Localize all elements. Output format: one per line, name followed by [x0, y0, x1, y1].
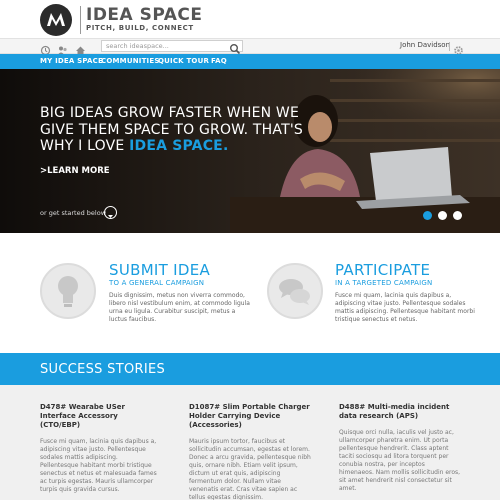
participate-title[interactable]: PARTICIPATE: [335, 261, 430, 279]
logo-divider: [80, 6, 81, 34]
main-nav: MY IDEA SPACE COMMUNITIES QUICK TOUR FAQ: [0, 54, 500, 69]
search-input[interactable]: search ideaspace...: [101, 40, 243, 52]
submit-idea-subtitle: TO A GENERAL CAMPAIGN: [109, 279, 205, 287]
hero-banner: BIG IDEAS GROW FASTER WHEN WE GIVE THEM …: [0, 69, 500, 233]
success-stories-list: D478# Wearabe USer Interface Accessory (…: [0, 385, 500, 500]
motorola-logo-icon[interactable]: [40, 4, 72, 36]
story-title[interactable]: D1087# Slim Portable Charger Holder Carr…: [189, 403, 311, 430]
nav-item-faq[interactable]: FAQ: [211, 57, 227, 65]
success-stories-title: SUCCESS STORIES: [40, 362, 166, 377]
user-name[interactable]: John Davidson: [400, 41, 450, 49]
hero-headline-highlight: IDEA SPACE.: [129, 138, 229, 154]
learn-more-link[interactable]: >LEARN MORE: [40, 166, 110, 176]
participate-description: Fusce mi quam, lacinia quis dapibus a, a…: [335, 292, 475, 323]
nav-item-my-idea-space[interactable]: MY IDEA SPACE: [40, 57, 103, 65]
app-header: IDEA SPACE PITCH, BUILD, CONNECT: [0, 0, 500, 38]
brand-title: IDEA SPACE: [86, 5, 203, 25]
submit-idea-description: Duis dignissim, metus non viverra commod…: [109, 292, 250, 323]
slide-dot-2[interactable]: [438, 211, 447, 220]
gear-icon[interactable]: [453, 41, 464, 55]
story-body: Quisque orci nulla, iaculis vel justo ac…: [339, 429, 461, 492]
slide-dot-1[interactable]: [423, 211, 432, 220]
get-started-text: or get started below: [40, 209, 107, 217]
lightbulb-icon[interactable]: [40, 263, 96, 319]
story-title[interactable]: D488# Multi-media incident data research…: [339, 403, 461, 421]
participate-subtitle: IN A TARGETED CAMPAIGN: [335, 279, 433, 287]
divider: [449, 42, 450, 51]
story-body: Fusce mi quam, lacinia quis dapibus a, a…: [40, 438, 157, 493]
submit-idea-title[interactable]: SUBMIT IDEA: [109, 261, 210, 279]
nav-item-quick-tour[interactable]: QUICK TOUR: [158, 57, 209, 65]
story-title[interactable]: D478# Wearabe USer Interface Accessory (…: [40, 403, 158, 430]
story-body: Mauris ipsum tortor, faucibus et sollici…: [189, 438, 311, 500]
people-icon[interactable]: [57, 41, 68, 55]
clock-icon[interactable]: [40, 41, 51, 56]
actions-section: SUBMIT IDEA TO A GENERAL CAMPAIGN Duis d…: [0, 233, 500, 353]
utility-bar: search ideaspace... John Davidson: [0, 38, 500, 56]
story-card[interactable]: D478# Wearabe USer Interface Accessory (…: [40, 403, 158, 494]
success-stories-header: SUCCESS STORIES: [0, 353, 500, 385]
hero-headline: BIG IDEAS GROW FASTER WHEN WE GIVE THEM …: [40, 105, 310, 155]
story-card[interactable]: D488# Multi-media incident data research…: [339, 403, 461, 493]
story-card[interactable]: D1087# Slim Portable Charger Holder Carr…: [189, 403, 311, 500]
brand-tagline: PITCH, BUILD, CONNECT: [86, 24, 194, 32]
search-icon[interactable]: [229, 40, 241, 55]
home-icon[interactable]: [75, 41, 86, 55]
scroll-down-button[interactable]: [104, 206, 117, 219]
slide-dot-3[interactable]: [453, 211, 462, 220]
chevron-down-icon: [108, 215, 113, 218]
chat-bubbles-icon[interactable]: [267, 263, 323, 319]
nav-item-communities[interactable]: COMMUNITIES: [101, 57, 160, 65]
